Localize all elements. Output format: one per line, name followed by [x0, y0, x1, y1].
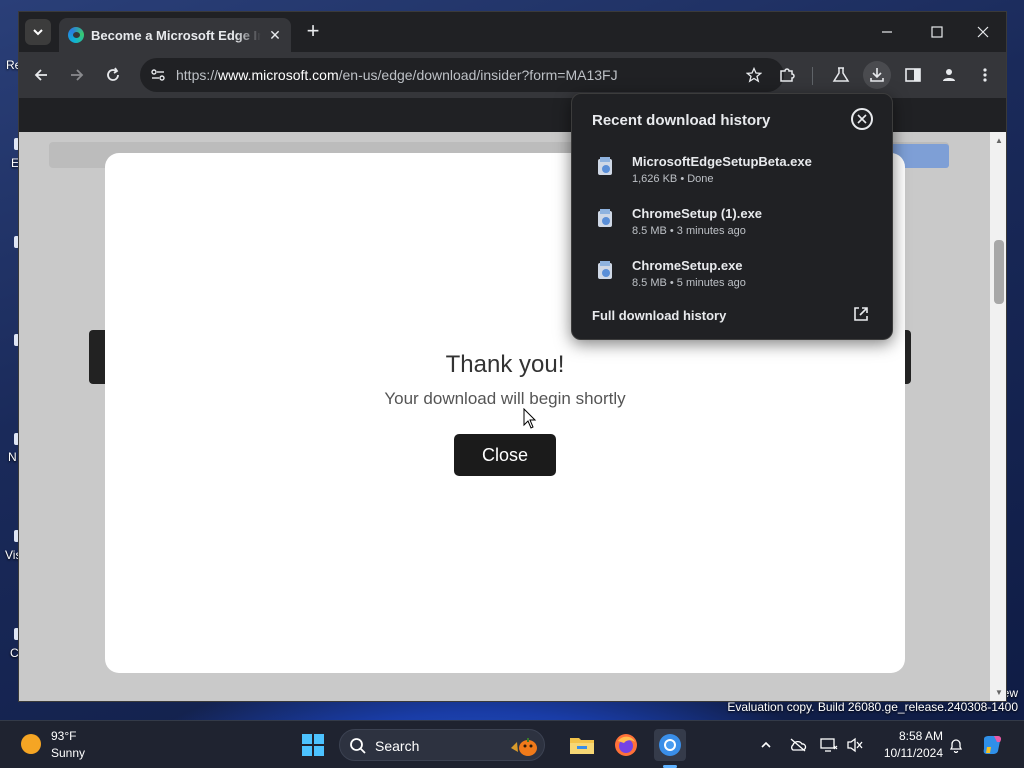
- minimize-icon: [882, 31, 892, 33]
- extensions-button[interactable]: [773, 61, 801, 89]
- network-icon[interactable]: [820, 736, 838, 754]
- flask-icon: [832, 67, 850, 82]
- download-meta: 8.5 MB • 3 minutes ago: [632, 225, 746, 237]
- file-explorer-button[interactable]: [566, 729, 598, 761]
- new-tab-button[interactable]: +: [301, 20, 325, 44]
- download-popup-heading: Recent download history: [592, 112, 771, 129]
- back-button[interactable]: [27, 61, 55, 89]
- search-icon: [350, 738, 366, 754]
- notification-bell-icon[interactable]: [947, 736, 965, 754]
- chrome-button[interactable]: [654, 729, 686, 761]
- side-panel-button[interactable]: [899, 61, 927, 89]
- search-label: Search: [375, 738, 420, 754]
- profile-button[interactable]: [935, 61, 963, 89]
- weather-condition[interactable]: Sunny: [51, 746, 85, 760]
- person-icon: [943, 69, 955, 81]
- arrow-left-icon: [34, 69, 47, 81]
- tab-search-button[interactable]: [25, 19, 51, 45]
- edge-favicon-icon: [68, 27, 84, 43]
- more-vertical-icon: [983, 68, 987, 82]
- close-button[interactable]: Close: [454, 434, 556, 476]
- tab-title: Become a Microsoft Edge Insider: [91, 28, 261, 43]
- volume-muted-icon[interactable]: [846, 736, 864, 754]
- clock-date[interactable]: 10/11/2024: [875, 746, 943, 760]
- url-prefix: https://: [176, 67, 219, 83]
- installer-file-icon: [598, 157, 612, 175]
- download-item[interactable]: ChromeSetup.exe 8.5 MB • 5 minutes ago: [572, 254, 894, 304]
- close-window-button[interactable]: [960, 18, 1006, 46]
- star-icon[interactable]: [746, 67, 762, 83]
- download-history-popup: Recent download history MicrosoftEdgeSet…: [571, 93, 893, 340]
- download-popup-close-button[interactable]: [851, 108, 873, 130]
- url-text: https://www.microsoft.com/en-us/edge/dow…: [176, 67, 618, 83]
- download-item[interactable]: ChromeSetup (1).exe 8.5 MB • 3 minutes a…: [572, 202, 894, 252]
- scroll-thumb[interactable]: [994, 240, 1004, 304]
- tab-strip: Become a Microsoft Edge Insider ✕ +: [19, 12, 1006, 52]
- labs-button[interactable]: [827, 61, 855, 89]
- scroll-down-icon[interactable]: ▼: [994, 688, 1004, 698]
- evaluation-watermark: Evaluation copy. Build 26080.ge_release.…: [727, 700, 1018, 714]
- maximize-icon: [931, 26, 943, 38]
- onedrive-offline-icon[interactable]: [789, 736, 807, 754]
- weather-temperature[interactable]: 93°F: [51, 729, 76, 743]
- mouse-cursor-icon: [523, 408, 537, 429]
- chevron-up-icon[interactable]: [757, 736, 775, 754]
- dialog-title: Thank you!: [445, 351, 565, 378]
- toolbar-separator: [812, 67, 813, 85]
- page-scrollbar[interactable]: ▲ ▼: [990, 132, 1006, 701]
- chevron-down-icon: [33, 29, 43, 36]
- reload-button[interactable]: [99, 61, 127, 89]
- download-filename: ChromeSetup.exe: [632, 258, 743, 273]
- clock-time[interactable]: 8:58 AM: [879, 729, 943, 743]
- address-bar[interactable]: https://www.microsoft.com/en-us/edge/dow…: [140, 58, 784, 92]
- download-meta: 8.5 MB • 5 minutes ago: [632, 277, 746, 289]
- pumpkin-icon: [511, 738, 537, 756]
- desktop-icon-label-n[interactable]: N: [8, 450, 17, 464]
- full-download-history-link[interactable]: Full download history: [592, 308, 726, 323]
- reload-icon: [107, 67, 119, 81]
- tab-active[interactable]: Become a Microsoft Edge Insider ✕: [59, 18, 291, 52]
- downloads-button[interactable]: [863, 61, 891, 89]
- download-icon: [870, 68, 884, 82]
- windows-start-icon[interactable]: [302, 734, 324, 756]
- chrome-icon: [659, 734, 681, 756]
- scroll-up-icon[interactable]: ▲: [994, 136, 1004, 146]
- close-icon: [977, 26, 989, 38]
- puzzle-icon: [780, 68, 795, 82]
- toolbar: https://www.microsoft.com/en-us/edge/dow…: [19, 52, 1006, 98]
- url-path: /en-us/edge/download/insider?form=MA13FJ: [338, 67, 618, 83]
- side-panel-icon: [905, 68, 921, 82]
- menu-button[interactable]: [971, 61, 999, 89]
- download-meta: 1,626 KB • Done: [632, 173, 714, 185]
- close-icon: [857, 114, 867, 124]
- firefox-icon: [615, 734, 637, 756]
- installer-file-icon: [598, 261, 612, 279]
- tab-close-icon[interactable]: ✕: [266, 26, 284, 44]
- download-filename: ChromeSetup (1).exe: [632, 206, 763, 221]
- site-settings-icon[interactable]: [150, 67, 166, 83]
- copilot-icon[interactable]: [980, 733, 1004, 757]
- external-link-icon[interactable]: [852, 305, 870, 323]
- minimize-button[interactable]: [864, 18, 910, 46]
- arrow-right-icon: [71, 69, 84, 81]
- sun-icon[interactable]: [21, 734, 41, 754]
- download-filename: MicrosoftEdgeSetupBeta.exe: [632, 154, 812, 169]
- maximize-button[interactable]: [914, 18, 960, 46]
- firefox-button[interactable]: [610, 729, 642, 761]
- dialog-subtitle: Your download will begin shortly: [384, 389, 626, 408]
- taskbar-search[interactable]: Search: [339, 729, 545, 761]
- url-host: www.microsoft.com: [218, 67, 339, 83]
- installer-file-icon: [598, 209, 612, 227]
- taskbar: 93°F Sunny Search 8:58 AM 10/11/2024: [0, 720, 1024, 768]
- forward-button[interactable]: [63, 61, 91, 89]
- folder-icon: [570, 738, 594, 754]
- download-item[interactable]: MicrosoftEdgeSetupBeta.exe 1,626 KB • Do…: [572, 150, 894, 200]
